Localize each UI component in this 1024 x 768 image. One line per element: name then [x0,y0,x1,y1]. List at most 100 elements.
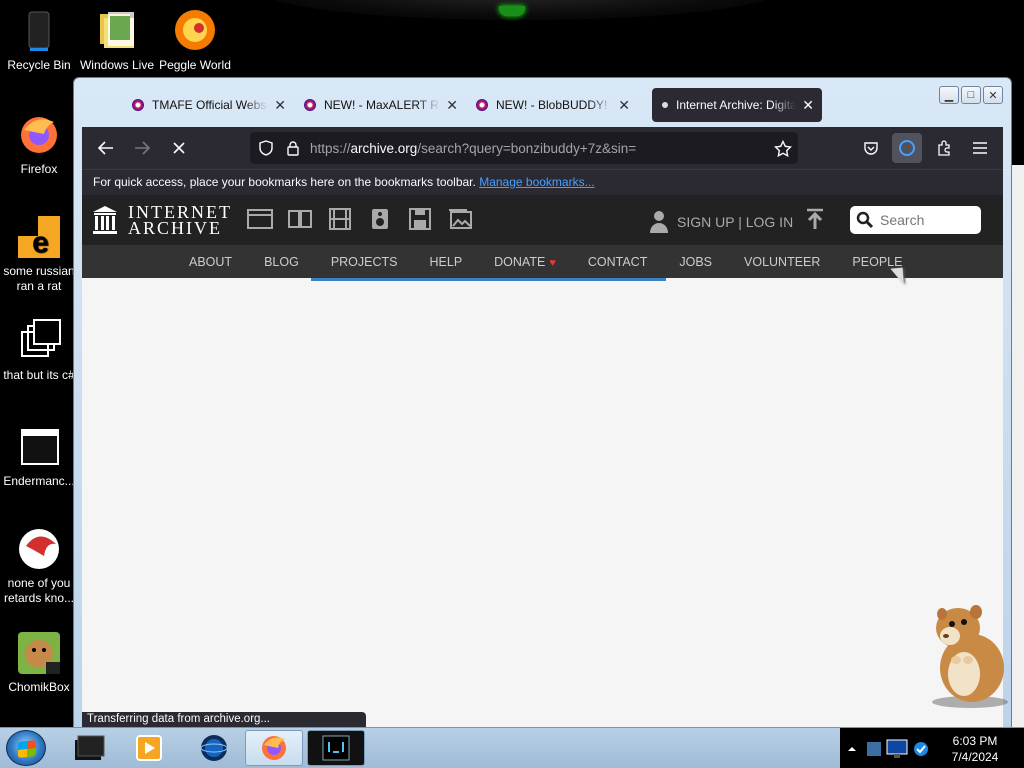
account-sync-icon[interactable] [892,133,922,163]
software-icon[interactable] [407,208,433,232]
desktop-icon-label: none of you retards kno... [3,576,75,605]
taskbar-app-media-player[interactable] [120,730,178,766]
nav-about[interactable]: ABOUT [189,255,232,269]
ia-search-box[interactable] [850,206,981,234]
desktop-icon-chomikbox[interactable]: ChomikBox [0,630,78,695]
desktop-icon-label: Endermanc... [3,474,75,488]
audio-icon[interactable] [367,208,393,232]
ia-logo[interactable]: INTERNET ARCHIVE [92,203,232,237]
minimize-button[interactable]: ▁ [939,86,959,104]
nav-donate-wrapper[interactable]: DONATE ♥ [494,255,556,269]
tray-security-icon[interactable] [912,740,930,758]
nav-donate: DONATE [494,254,546,269]
sign-up-log-in-link[interactable]: SIGN UP | LOG IN [677,214,793,230]
tray-monitor-icon[interactable] [886,739,908,759]
search-input[interactable] [880,212,975,228]
tab-blobbuddy[interactable]: NEW! - BlobBUDDY! ✕ [468,88,638,122]
desktop-icon-firefox[interactable]: Firefox [0,112,78,177]
bookmarks-hint-text: For quick access, place your bookmarks h… [93,175,476,189]
desktop-icon-label: Recycle Bin [7,58,71,72]
url-bar[interactable]: https://archive.org/search?query=bonzibu… [250,132,798,164]
close-tab-icon[interactable]: ✕ [274,97,286,114]
start-button[interactable] [6,730,46,766]
taskbar-app-cmd[interactable] [60,730,118,766]
firefox-window: ▁ □ ✕ TMAFE Official Website ✕ NEW! - Ma… [73,77,1012,737]
window-controls: ▁ □ ✕ [939,86,1003,104]
nav-jobs[interactable]: JOBS [679,255,712,269]
nav-blog[interactable]: BLOG [264,255,299,269]
url-text[interactable]: https://archive.org/search?query=bonzibu… [310,141,636,156]
close-tab-icon[interactable]: ✕ [802,97,814,114]
maximize-button[interactable]: □ [961,86,981,104]
lock-icon[interactable] [286,140,300,156]
taskbar-clock[interactable]: 6:03 PM 7/4/2024 [935,733,1015,765]
taskbar: 6:03 PM 7/4/2024 [0,727,1024,768]
ia-header: INTERNET ARCHIVE SIGN UP | LOG IN Search [82,195,1003,245]
taskbar-app-firefox[interactable] [245,730,303,766]
texts-icon[interactable] [287,208,313,232]
firefox-taskbar-icon [262,736,286,760]
url-domain: archive.org [350,140,418,156]
web-icon[interactable] [247,208,273,232]
clock-date: 7/4/2024 [951,750,999,764]
user-icon [649,210,669,234]
close-window-button[interactable]: ✕ [983,86,1003,104]
dark-box-icon [75,735,105,760]
desktop-icon-windows-live[interactable]: Windows Live [78,8,156,73]
stop-loading-button[interactable] [164,133,194,163]
menu-hamburger-icon[interactable] [965,133,995,163]
nav-projects[interactable]: PROJECTS [331,255,398,269]
search-icon[interactable] [856,211,874,229]
tray-expand-icon[interactable] [848,745,856,753]
loading-dot-icon [662,102,668,108]
bookmark-star-icon[interactable] [774,140,792,158]
navigation-toolbar: https://archive.org/search?query=bonzibu… [82,127,1003,169]
nav-help[interactable]: HELP [430,255,463,269]
desktop-icon-c-sharp[interactable]: that but its c# [0,318,78,383]
tab-maxalert[interactable]: NEW! - MaxALERT Re ✕ [296,88,466,122]
windows-live-icon [94,8,140,54]
nav-volunteer[interactable]: VOLUNTEER [744,255,820,269]
close-tab-icon[interactable]: ✕ [446,97,458,114]
upload-icon[interactable] [805,208,825,236]
manage-bookmarks-link[interactable]: Manage bookmarks... [479,175,594,189]
desktop-icon-recycle-bin[interactable]: Recycle Bin [0,8,78,73]
desktop-icon-peggle-world[interactable]: Peggle World [156,8,234,73]
tab-title: Internet Archive: Digital Library [676,98,797,112]
tab-strip: TMAFE Official Website ✕ NEW! - MaxALERT… [124,88,824,124]
desktop-icon-label: that but its c# [3,368,75,382]
desktop-icon-label: some russian ran a rat [3,264,75,293]
tab-internet-archive[interactable]: Internet Archive: Digital Library ✕ [652,88,822,122]
back-button[interactable] [91,133,121,163]
media-type-icons [247,208,473,232]
archive-temple-icon [92,205,118,235]
desktop-icon-russian-rat[interactable]: e some russian ran a rat [0,214,78,294]
user-auth-area: SIGN UP | LOG IN [649,210,793,234]
windows-stack-icon [16,318,62,364]
program-e-icon: e [16,214,62,260]
circle-red-icon [16,526,62,572]
taskbar-app-terminal[interactable] [307,730,365,766]
shield-icon[interactable] [258,140,274,156]
desktop: Recycle Bin Windows Live Peggle World Fi… [0,0,1024,768]
hamster-desktop-pet[interactable] [918,600,1010,710]
nav-contact[interactable]: CONTACT [588,255,648,269]
ia-top-nav: ABOUT BLOG PROJECTS HELP DONATE ♥ CONTACT… [82,245,1003,278]
forward-button[interactable] [127,133,157,163]
desktop-icon-endermanch[interactable]: Endermanc... [0,424,78,489]
images-icon[interactable] [447,208,473,232]
video-icon[interactable] [327,208,353,232]
close-tab-icon[interactable]: ✕ [618,97,630,114]
top-led-decoration [499,6,525,16]
tray-network-icon[interactable] [866,740,882,758]
tab-tmafe[interactable]: TMAFE Official Website ✕ [124,88,294,122]
desktop-icon-none-of-you[interactable]: none of you retards kno... [0,526,78,606]
terminal-icon [322,735,350,761]
taskbar-app-globe[interactable] [185,730,243,766]
clock-time: 6:03 PM [952,734,998,748]
tab-favicon-icon [476,99,488,111]
peggle-icon [172,8,218,54]
pocket-icon[interactable] [856,133,886,163]
tab-title: NEW! - BlobBUDDY! [496,98,608,112]
extensions-icon[interactable] [929,133,959,163]
